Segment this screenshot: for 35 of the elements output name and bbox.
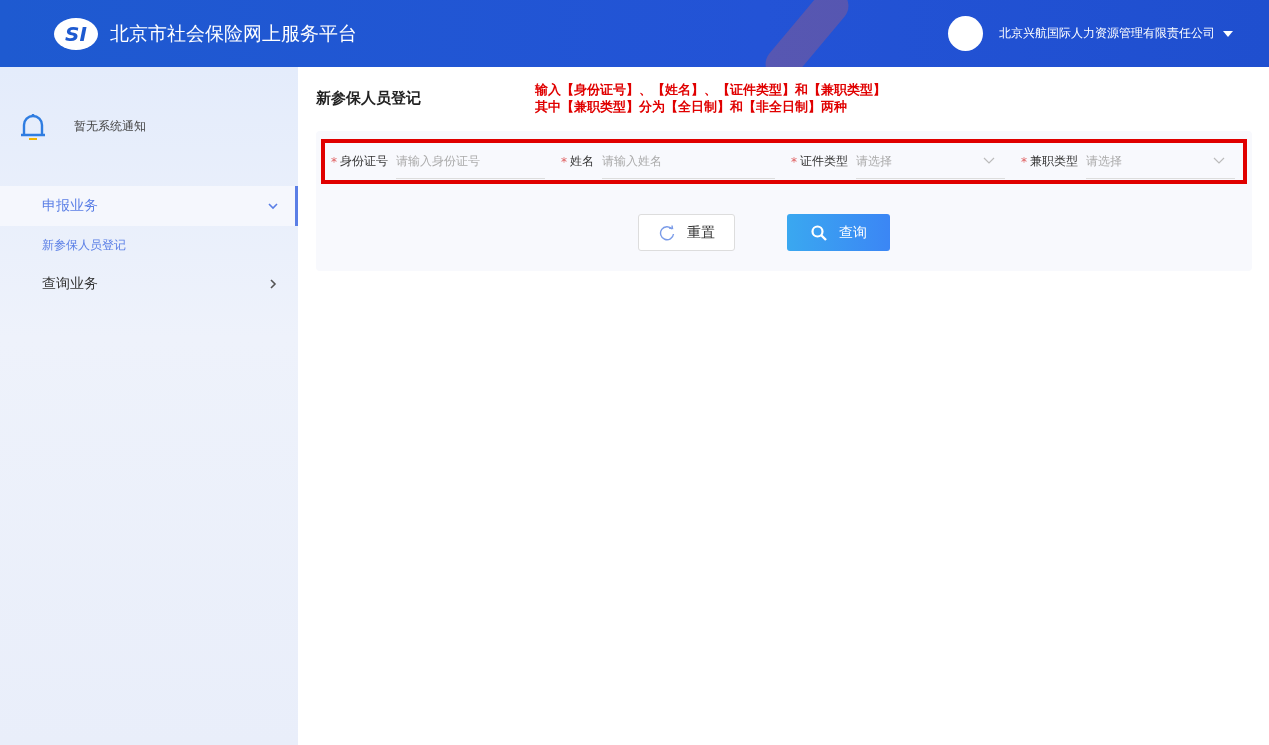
bell-icon [20,112,46,141]
select-field[interactable]: 请选择 [856,144,1005,179]
chevron-down-icon [983,157,995,165]
required-mark: * [331,154,337,169]
chevron-right-icon [267,278,279,290]
reset-button[interactable]: 重置 [638,214,735,251]
annotation-text: 输入【身份证号】、【姓名】、【证件类型】和【兼职类型】 [535,81,886,98]
caret-icon [1223,30,1233,37]
field-label: 身份证号 [340,153,388,170]
refresh-icon [658,224,675,241]
search-button[interactable]: 查询 [787,214,890,251]
annotation-text: 其中【兼职类型】分为【全日制】和【非全日制】两种 [535,98,848,115]
search-icon [810,224,827,241]
input-field[interactable]: 请输入姓名 [602,144,775,179]
field-label: 证件类型 [800,153,848,170]
field-label: 兼职类型 [1030,153,1078,170]
submenu-item[interactable]: 新参保人员登记 [0,226,298,264]
menu-item[interactable]: 查询业务 [0,264,298,304]
field-label: 姓名 [570,153,594,170]
logo: SI [54,17,98,50]
menu-label: 申报业务 [42,197,98,215]
site-title: 北京市社会保险网上服务平台 [110,20,357,46]
chevron-down-icon [1213,157,1225,165]
required-mark: * [791,154,797,169]
page-title: 新参保人员登记 [316,89,421,108]
notice-text: 暂无系统通知 [74,118,146,135]
menu-item[interactable]: 申报业务 [0,186,298,226]
select-field[interactable]: 请选择 [1086,144,1235,179]
required-mark: * [561,154,567,169]
input-field[interactable]: 请输入身份证号 [396,144,545,179]
required-mark: * [1021,154,1027,169]
chevron-down-icon [267,200,279,212]
menu-label: 查询业务 [42,275,98,293]
account-menu[interactable]: 北京兴航国际人力资源管理有限责任公司 [999,25,1233,42]
avatar[interactable] [948,16,983,51]
